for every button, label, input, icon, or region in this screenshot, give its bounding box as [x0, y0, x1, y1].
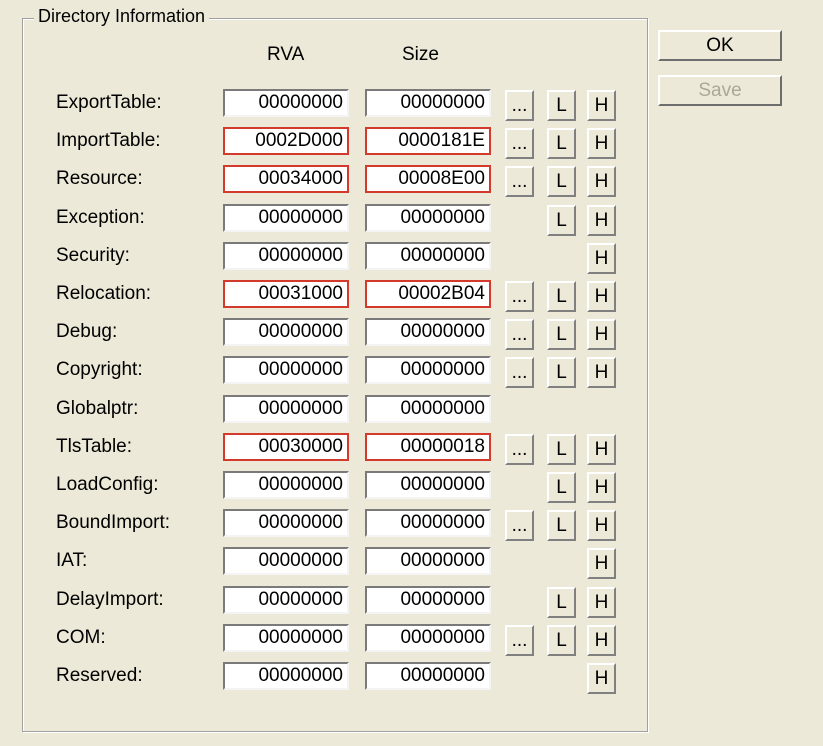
browse-button-relocation[interactable]: ... — [505, 281, 534, 312]
label-exception: Exception: — [56, 207, 145, 228]
size-field-com[interactable]: 00000000 — [365, 624, 491, 652]
rva-field-loadconfig[interactable]: 00000000 — [223, 471, 349, 499]
l-button-resource[interactable]: L — [547, 166, 576, 197]
l-button-exporttable[interactable]: L — [547, 90, 576, 121]
l-button-loadconfig[interactable]: L — [547, 472, 576, 503]
h-button-resource[interactable]: H — [587, 166, 616, 197]
size-field-delayimport[interactable]: 00000000 — [365, 586, 491, 614]
size-field-tlstable[interactable]: 00000018 — [365, 433, 491, 461]
h-button-security[interactable]: H — [587, 243, 616, 274]
label-loadconfig: LoadConfig: — [56, 474, 159, 495]
rva-field-tlstable[interactable]: 00030000 — [223, 433, 349, 461]
rva-field-iat[interactable]: 00000000 — [223, 547, 349, 575]
label-relocation: Relocation: — [56, 283, 152, 304]
size-field-boundimport[interactable]: 00000000 — [365, 509, 491, 537]
rva-field-exception[interactable]: 00000000 — [223, 204, 349, 232]
l-button-delayimport[interactable]: L — [547, 587, 576, 618]
h-button-loadconfig[interactable]: H — [587, 472, 616, 503]
rva-field-delayimport[interactable]: 00000000 — [223, 586, 349, 614]
size-field-importtable[interactable]: 0000181E — [365, 127, 491, 155]
l-button-debug[interactable]: L — [547, 319, 576, 350]
rva-column-header: RVA — [267, 44, 305, 65]
label-globalptr: Globalptr: — [56, 398, 139, 419]
l-button-boundimport[interactable]: L — [547, 510, 576, 541]
browse-button-tlstable[interactable]: ... — [505, 434, 534, 465]
label-security: Security: — [56, 245, 130, 266]
h-button-reserved[interactable]: H — [587, 663, 616, 694]
size-field-exception[interactable]: 00000000 — [365, 204, 491, 232]
size-field-globalptr[interactable]: 00000000 — [365, 395, 491, 423]
rva-field-resource[interactable]: 00034000 — [223, 165, 349, 193]
label-iat: IAT: — [56, 550, 88, 571]
rva-field-relocation[interactable]: 00031000 — [223, 280, 349, 308]
size-field-copyright[interactable]: 00000000 — [365, 356, 491, 384]
label-reserved: Reserved: — [56, 665, 143, 686]
l-button-tlstable[interactable]: L — [547, 434, 576, 465]
label-delayimport: DelayImport: — [56, 589, 164, 610]
rva-field-reserved[interactable]: 00000000 — [223, 662, 349, 690]
h-button-exporttable[interactable]: H — [587, 90, 616, 121]
browse-button-debug[interactable]: ... — [505, 319, 534, 350]
h-button-copyright[interactable]: H — [587, 357, 616, 388]
rva-field-copyright[interactable]: 00000000 — [223, 356, 349, 384]
size-field-security[interactable]: 00000000 — [365, 242, 491, 270]
browse-button-resource[interactable]: ... — [505, 166, 534, 197]
browse-button-copyright[interactable]: ... — [505, 357, 534, 388]
browse-button-boundimport[interactable]: ... — [505, 510, 534, 541]
label-exporttable: ExportTable: — [56, 92, 162, 113]
label-boundimport: BoundImport: — [56, 512, 171, 533]
size-field-reserved[interactable]: 00000000 — [365, 662, 491, 690]
label-copyright: Copyright: — [56, 359, 143, 380]
save-button: Save — [658, 75, 782, 106]
l-button-exception[interactable]: L — [547, 205, 576, 236]
size-field-debug[interactable]: 00000000 — [365, 318, 491, 346]
label-importtable: ImportTable: — [56, 130, 161, 151]
rva-field-debug[interactable]: 00000000 — [223, 318, 349, 346]
h-button-relocation[interactable]: H — [587, 281, 616, 312]
browse-button-importtable[interactable]: ... — [505, 128, 534, 159]
rva-field-com[interactable]: 00000000 — [223, 624, 349, 652]
l-button-com[interactable]: L — [547, 625, 576, 656]
h-button-boundimport[interactable]: H — [587, 510, 616, 541]
group-title: Directory Information — [34, 6, 210, 27]
size-field-exporttable[interactable]: 00000000 — [365, 89, 491, 117]
h-button-iat[interactable]: H — [587, 548, 616, 579]
l-button-relocation[interactable]: L — [547, 281, 576, 312]
ok-button[interactable]: OK — [658, 30, 782, 61]
rva-field-boundimport[interactable]: 00000000 — [223, 509, 349, 537]
label-tlstable: TlsTable: — [56, 436, 133, 457]
rva-field-security[interactable]: 00000000 — [223, 242, 349, 270]
size-field-iat[interactable]: 00000000 — [365, 547, 491, 575]
h-button-tlstable[interactable]: H — [587, 434, 616, 465]
h-button-debug[interactable]: H — [587, 319, 616, 350]
rva-field-exporttable[interactable]: 00000000 — [223, 89, 349, 117]
size-column-header: Size — [402, 44, 439, 65]
size-field-loadconfig[interactable]: 00000000 — [365, 471, 491, 499]
h-button-importtable[interactable]: H — [587, 128, 616, 159]
label-resource: Resource: — [56, 168, 143, 189]
label-com: COM: — [56, 627, 106, 648]
browse-button-com[interactable]: ... — [505, 625, 534, 656]
l-button-copyright[interactable]: L — [547, 357, 576, 388]
l-button-importtable[interactable]: L — [547, 128, 576, 159]
size-field-relocation[interactable]: 00002B04 — [365, 280, 491, 308]
h-button-delayimport[interactable]: H — [587, 587, 616, 618]
label-debug: Debug: — [56, 321, 118, 342]
h-button-exception[interactable]: H — [587, 205, 616, 236]
browse-button-exporttable[interactable]: ... — [505, 90, 534, 121]
rva-field-importtable[interactable]: 0002D000 — [223, 127, 349, 155]
size-field-resource[interactable]: 00008E00 — [365, 165, 491, 193]
rva-field-globalptr[interactable]: 00000000 — [223, 395, 349, 423]
h-button-com[interactable]: H — [587, 625, 616, 656]
